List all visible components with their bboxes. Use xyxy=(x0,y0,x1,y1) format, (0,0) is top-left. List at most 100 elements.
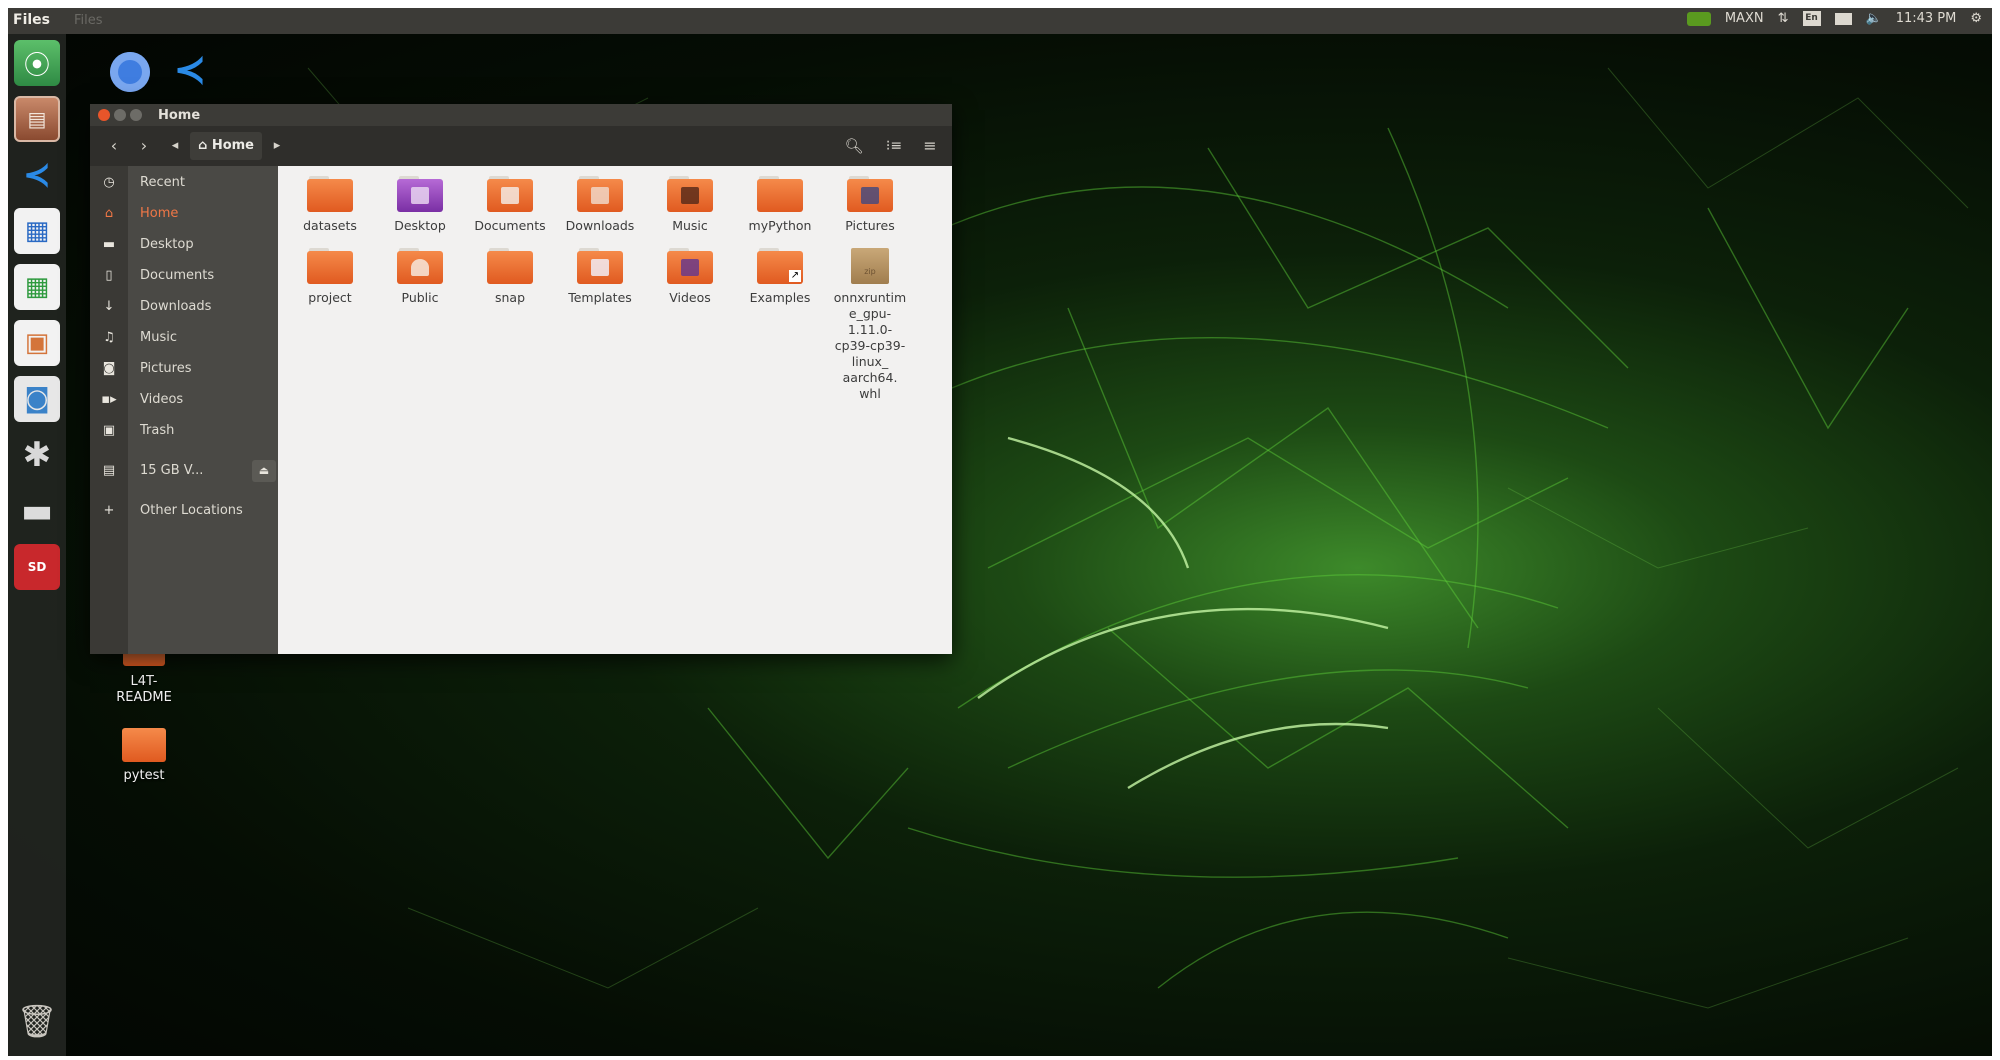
file-item-videos[interactable]: Videos xyxy=(646,248,734,306)
file-item-pictures[interactable]: Pictures xyxy=(826,176,914,234)
breadcrumb[interactable]: ⌂ Home xyxy=(190,132,262,160)
file-label: snap xyxy=(494,290,526,305)
folder-icon xyxy=(757,176,803,212)
sidebar-item-label: Recent xyxy=(140,175,185,190)
home-icon: ⌂ xyxy=(104,206,114,221)
file-label: Documents xyxy=(474,218,546,233)
sidebar-item-recent[interactable]: ◷ Recent xyxy=(90,168,278,199)
file-grid: datasets Desktop Documents Downloads Mus… xyxy=(278,166,952,654)
maximize-button[interactable] xyxy=(130,109,142,121)
mail-icon[interactable] xyxy=(1834,12,1852,25)
music-icon: ♫ xyxy=(103,330,115,345)
folder-icon xyxy=(307,176,353,212)
calc-icon[interactable]: ▦ xyxy=(14,264,60,310)
file-item-project[interactable]: project xyxy=(286,248,374,306)
writer-icon[interactable]: ▦ xyxy=(14,208,60,254)
sidebar-item-downloads[interactable]: ↓ Downloads xyxy=(90,292,278,323)
file-label: project xyxy=(308,290,352,305)
active-app-title[interactable]: Files xyxy=(13,12,50,28)
power-mode-label[interactable]: MAXN xyxy=(1725,11,1764,26)
forward-button[interactable]: › xyxy=(132,133,156,159)
sidebar-item-videos[interactable]: ▪▸ Videos xyxy=(90,385,278,416)
window-titlebar[interactable]: Home xyxy=(90,104,952,126)
volume-icon[interactable]: 🔈 xyxy=(1866,11,1882,26)
sidebar-item-label: Trash xyxy=(140,423,175,438)
vscode-desktop-icon[interactable]: ≺ xyxy=(168,48,212,92)
files-icon[interactable]: ▤ xyxy=(14,96,60,142)
eject-icon[interactable]: ⏏ xyxy=(252,460,276,482)
desktop-icon-pytest[interactable]: pytest xyxy=(94,728,194,783)
software-center-icon[interactable]: ◙ xyxy=(14,376,60,422)
clock[interactable]: 11:43 PM xyxy=(1896,11,1957,26)
path-left-arrow[interactable]: ◂ xyxy=(166,133,184,159)
close-button[interactable] xyxy=(98,109,110,121)
file-item-datasets[interactable]: datasets xyxy=(286,176,374,234)
file-label: Pictures xyxy=(845,218,895,233)
sidebar-item-home[interactable]: ⌂ Home xyxy=(90,199,278,230)
file-item-templates[interactable]: Templates xyxy=(556,248,644,306)
folder-link-icon: ↗ xyxy=(757,248,803,284)
sd-card-icon[interactable]: SD xyxy=(14,544,60,590)
files-window: Home ‹ › ◂ ⌂ Home ▸ 🔍︎ ⁝≡ ≡ ◷ Recent ⌂ H… xyxy=(90,104,952,654)
archive-icon: zip xyxy=(847,248,893,284)
document-icon: ▯ xyxy=(105,268,113,283)
sidebar-item-label: Downloads xyxy=(140,299,212,314)
view-options-icon[interactable]: ⁝≡ xyxy=(880,133,908,159)
folder-icon xyxy=(487,248,533,284)
minimize-button[interactable] xyxy=(114,109,126,121)
folder-icon xyxy=(307,248,353,284)
path-right-arrow[interactable]: ▸ xyxy=(268,133,286,159)
folder-music-icon xyxy=(667,176,713,212)
file-item-examples[interactable]: ↗ Examples xyxy=(736,248,824,306)
sidebar-item-documents[interactable]: ▯ Documents xyxy=(90,261,278,292)
sidebar-item-label: 15 GB V... xyxy=(140,463,204,478)
drive-icon[interactable]: ▬ xyxy=(14,488,60,534)
folder-templates-icon xyxy=(577,248,623,284)
desktop-icon-label: pytest xyxy=(123,768,165,783)
window-toolbar: ‹ › ◂ ⌂ Home ▸ 🔍︎ ⁝≡ ≡ xyxy=(90,126,952,166)
top-panel: Files Files MAXN ⇅ En 🔈 11:43 PM ⚙ xyxy=(8,8,1992,34)
menu-icon[interactable]: ≡ xyxy=(916,133,944,159)
nvidia-icon[interactable] xyxy=(1686,11,1711,26)
sidebar-item-pictures[interactable]: ◙ Pictures xyxy=(90,354,278,385)
file-item-documents[interactable]: Documents xyxy=(466,176,554,234)
sidebar-item-desktop[interactable]: ▬ Desktop xyxy=(90,230,278,261)
file-item-mypython[interactable]: myPython xyxy=(736,176,824,234)
back-button[interactable]: ‹ xyxy=(102,133,126,159)
ubuntu-dash-icon[interactable]: ⦿ xyxy=(14,40,60,86)
chromium-icon[interactable] xyxy=(110,52,150,92)
file-item-music[interactable]: Music xyxy=(646,176,734,234)
impress-icon[interactable]: ▣ xyxy=(14,320,60,366)
folder-public-icon xyxy=(397,248,443,284)
file-label: onnxruntim e_gpu- 1.11.0- cp39-cp39- lin… xyxy=(833,290,907,401)
file-label: Videos xyxy=(669,290,711,305)
file-item-public[interactable]: Public xyxy=(376,248,464,306)
desktop-icon-label: L4T-README xyxy=(116,674,172,705)
download-icon: ↓ xyxy=(103,299,115,314)
sidebar-item-volume[interactable]: ▤ 15 GB V... ⏏ xyxy=(90,456,278,487)
sidebar-item-other-locations[interactable]: + Other Locations xyxy=(90,496,278,527)
vscode-icon[interactable]: ≺ xyxy=(14,152,60,198)
search-icon[interactable]: 🔍︎ xyxy=(840,133,868,159)
file-label: datasets xyxy=(303,218,357,233)
file-item-snap[interactable]: snap xyxy=(466,248,554,306)
sidebar-item-label: Videos xyxy=(140,392,184,407)
file-item-desktop[interactable]: Desktop xyxy=(376,176,464,234)
sidebar-item-label: Home xyxy=(140,206,179,221)
network-icon[interactable]: ⇅ xyxy=(1778,11,1789,26)
desktop-screen: Files Files MAXN ⇅ En 🔈 11:43 PM ⚙ ⦿ ▤ ≺… xyxy=(8,8,1992,1056)
keyboard-icon[interactable]: En xyxy=(1802,11,1821,26)
sidebar-item-trash[interactable]: ▣ Trash xyxy=(90,416,278,447)
launcher: ⦿ ▤ ≺ ▦ ▦ ▣ ◙ ✱ ▬ SD 🗑 xyxy=(8,34,66,1056)
zip-label: zip xyxy=(864,267,876,276)
sidebar-item-music[interactable]: ♫ Music xyxy=(90,323,278,354)
sidebar-item-label: Desktop xyxy=(140,237,194,252)
file-item-downloads[interactable]: Downloads xyxy=(556,176,644,234)
file-item-onnxruntime-whl[interactable]: zip onnxruntim e_gpu- 1.11.0- cp39-cp39-… xyxy=(826,248,914,402)
system-settings-icon[interactable]: ✱ xyxy=(14,432,60,478)
drive-icon: ▤ xyxy=(102,463,116,478)
gear-icon[interactable]: ⚙ xyxy=(1970,11,1982,26)
trash-icon[interactable]: 🗑 xyxy=(14,998,60,1044)
app-menu-hint[interactable]: Files xyxy=(74,13,103,28)
file-label: Downloads xyxy=(565,218,635,233)
